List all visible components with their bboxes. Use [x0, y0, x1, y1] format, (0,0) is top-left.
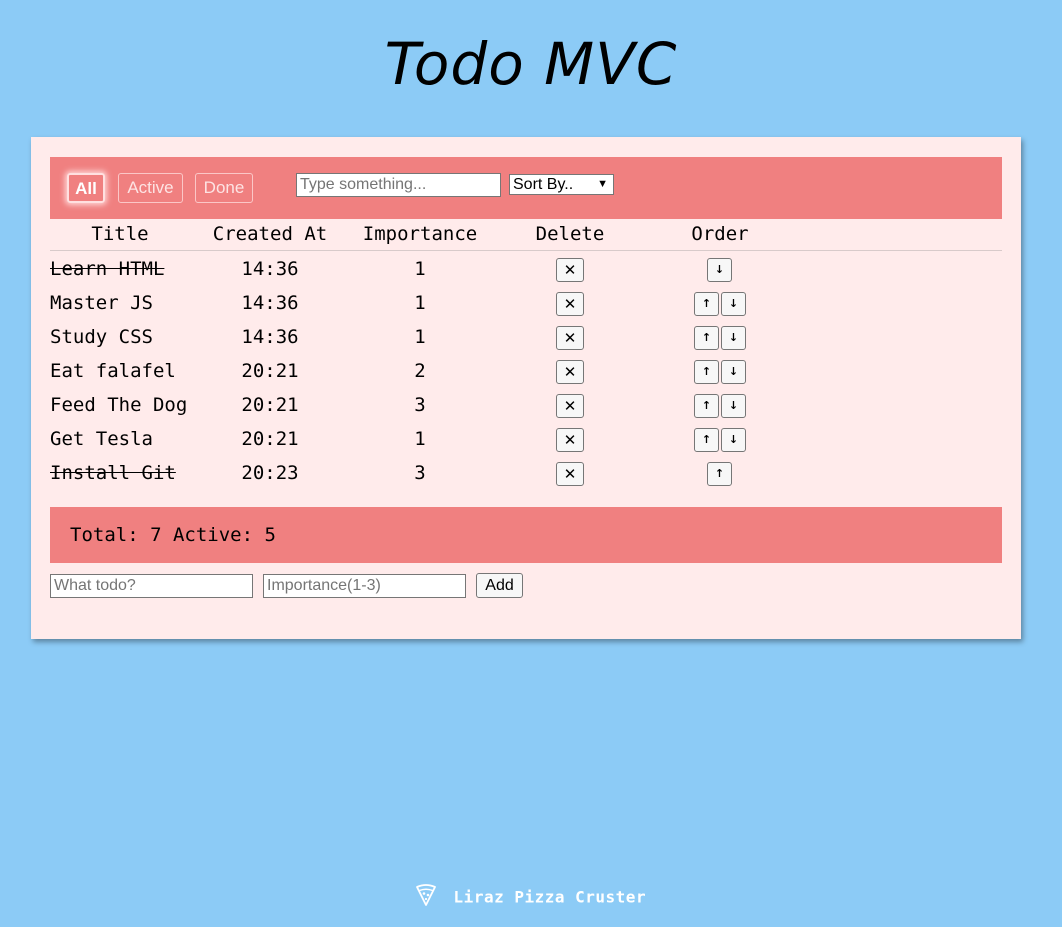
move-up-button[interactable]: ↑ [694, 394, 719, 418]
todo-card: All Active Done Sort By.. ▼ Title Create… [31, 137, 1021, 639]
delete-button[interactable]: ✕ [556, 462, 584, 486]
pizza-icon [416, 884, 436, 910]
delete-button[interactable]: ✕ [556, 360, 584, 384]
move-down-button[interactable]: ↓ [721, 326, 746, 350]
todo-title-input[interactable] [50, 574, 253, 598]
todo-row: Eat falafel 20:21 2 ✕ ↑ ↓ [50, 357, 1002, 391]
todo-created-at: 20:21 [241, 428, 299, 450]
move-down-button[interactable]: ↓ [721, 292, 746, 316]
sort-select-value: Sort By.. [513, 176, 574, 193]
app-title: Todo MVC [384, 30, 678, 98]
header-order: Order [691, 223, 749, 245]
todo-importance: 3 [414, 394, 426, 416]
todo-created-at: 20:21 [241, 394, 299, 416]
todo-created-at: 14:36 [241, 258, 299, 280]
todo-row: Get Tesla 20:21 1 ✕ ↑ ↓ [50, 425, 1002, 459]
header-divider [50, 250, 1002, 251]
todo-created-at: 20:21 [241, 360, 299, 382]
todo-created-at: 20:23 [241, 462, 299, 484]
delete-button[interactable]: ✕ [556, 292, 584, 316]
todo-importance: 2 [414, 360, 426, 382]
stats-text: Total: 7 Active: 5 [70, 524, 276, 546]
filter-active-button[interactable]: Active [118, 173, 183, 203]
move-up-button[interactable]: ↑ [694, 428, 719, 452]
todo-importance: 3 [414, 462, 426, 484]
move-up-button[interactable]: ↑ [694, 360, 719, 384]
filter-bar: All Active Done Sort By.. ▼ [50, 157, 1002, 219]
delete-button[interactable]: ✕ [556, 428, 584, 452]
todo-title[interactable]: Eat falafel [50, 357, 176, 385]
delete-button[interactable]: ✕ [556, 394, 584, 418]
move-down-button[interactable]: ↓ [721, 394, 746, 418]
move-down-button[interactable]: ↓ [707, 258, 732, 282]
todo-row: Learn HTML 14:36 1 ✕ ↓ [50, 255, 1002, 289]
todo-importance: 1 [414, 428, 426, 450]
delete-button[interactable]: ✕ [556, 258, 584, 282]
search-input[interactable] [296, 173, 501, 197]
todo-title[interactable]: Get Tesla [50, 425, 153, 453]
move-up-button[interactable]: ↑ [707, 462, 732, 486]
todo-title[interactable]: Study CSS [50, 323, 153, 351]
todo-importance: 1 [414, 326, 426, 348]
todo-title[interactable]: Learn HTML [50, 255, 164, 283]
header-created-at: Created At [212, 223, 328, 245]
todo-title[interactable]: Master JS [50, 289, 153, 317]
stats-bar: Total: 7 Active: 5 [50, 507, 1002, 563]
todo-importance: 1 [414, 292, 426, 314]
todo-created-at: 14:36 [241, 292, 299, 314]
move-down-button[interactable]: ↓ [721, 360, 746, 384]
filter-done-button[interactable]: Done [195, 173, 253, 203]
chevron-down-icon: ▼ [597, 178, 608, 190]
importance-input[interactable] [263, 574, 466, 598]
footer-label: Liraz Pizza Cruster [453, 887, 647, 907]
todo-row: Install Git 20:23 3 ✕ ↑ [50, 459, 1002, 493]
footer: Liraz Pizza Cruster [0, 884, 1062, 910]
sort-select[interactable]: Sort By.. ▼ [509, 174, 614, 195]
header-importance: Importance [362, 223, 478, 245]
todo-row: Study CSS 14:36 1 ✕ ↑ ↓ [50, 323, 1002, 357]
header-title: Title [91, 223, 149, 245]
todo-row: Master JS 14:36 1 ✕ ↑ ↓ [50, 289, 1002, 323]
todo-title[interactable]: Feed The Dog [50, 391, 187, 419]
header-delete: Delete [535, 223, 605, 245]
filter-all-button[interactable]: All [67, 173, 105, 203]
move-up-button[interactable]: ↑ [694, 326, 719, 350]
move-down-button[interactable]: ↓ [721, 428, 746, 452]
todo-created-at: 14:36 [241, 326, 299, 348]
delete-button[interactable]: ✕ [556, 326, 584, 350]
todo-title[interactable]: Install Git [50, 459, 176, 487]
move-up-button[interactable]: ↑ [694, 292, 719, 316]
todo-importance: 1 [414, 258, 426, 280]
add-button[interactable]: Add [476, 573, 523, 598]
todo-row: Feed The Dog 20:21 3 ✕ ↑ ↓ [50, 391, 1002, 425]
